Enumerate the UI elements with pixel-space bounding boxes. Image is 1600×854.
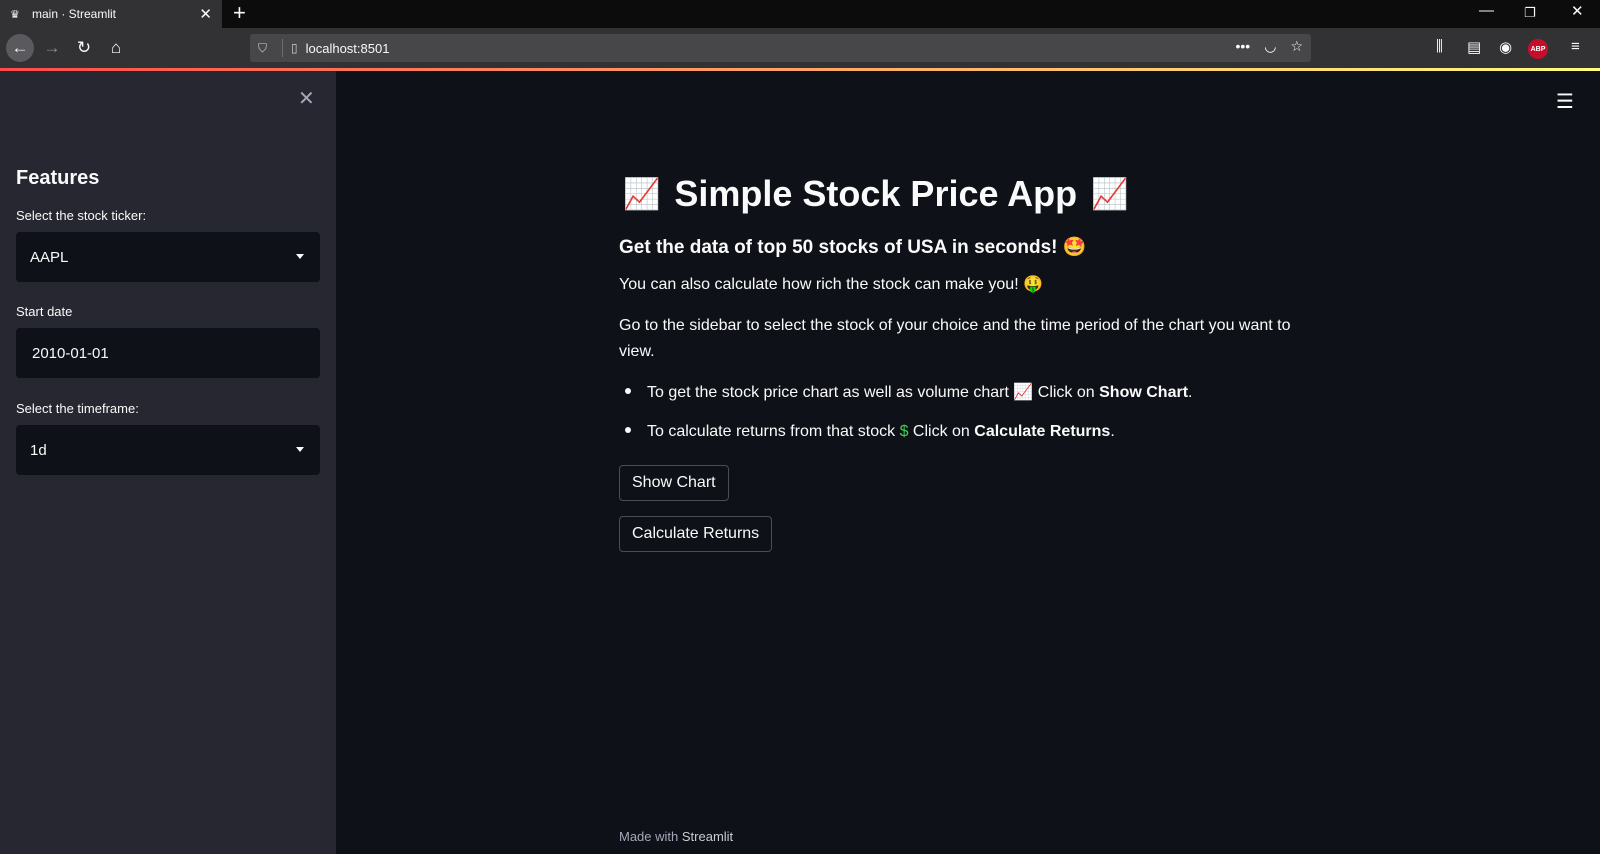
bullet-text: To calculate returns from that stock <box>647 423 896 440</box>
browser-tab-bar: ♛ main · Streamlit ✕ + — ❐ ✕ <box>0 0 1600 28</box>
tab-title: main · Streamlit <box>32 7 117 21</box>
page-actions-icon[interactable]: ••• <box>1236 38 1251 55</box>
show-chart-button[interactable]: Show Chart <box>619 465 729 501</box>
minimize-icon[interactable]: — <box>1479 2 1494 19</box>
start-date-label: Start date <box>16 304 73 319</box>
calculate-returns-button[interactable]: Calculate Returns <box>619 516 773 552</box>
start-date-value: 2010-01-01 <box>32 344 109 362</box>
new-tab-icon[interactable]: + <box>233 1 246 25</box>
reload-icon[interactable]: ↻ <box>70 34 98 62</box>
url-bar[interactable]: ⛉ ▯ localhost:8501 ••• ◡ ☆ <box>250 34 1311 62</box>
subtitle-text: Get the data of top 50 stocks of USA in … <box>619 237 1058 258</box>
chart-icon: 📈 <box>623 177 661 211</box>
page-title: 📈 Simple Stock Price App 📈 <box>619 173 1129 215</box>
star-struck-emoji-icon: 🤩 <box>1062 237 1087 258</box>
ticker-label: Select the stock ticker: <box>16 208 147 223</box>
tracking-shield-icon[interactable]: ⛉ <box>258 41 274 56</box>
money-face-emoji-icon: 🤑 <box>1023 276 1044 293</box>
forward-icon[interactable]: → <box>38 34 66 62</box>
bullet-bold-text: Show Chart <box>1099 384 1189 401</box>
chart-increasing-icon: 📈 <box>1013 384 1034 401</box>
home-icon[interactable]: ⌂ <box>102 34 130 62</box>
bullet-bold-text: Calculate Returns <box>974 423 1111 440</box>
chevron-down-icon <box>296 254 304 259</box>
page-title-text: Simple Stock Price App <box>674 173 1078 214</box>
subtitle: Get the data of top 50 stocks of USA in … <box>619 235 1086 259</box>
url-actions: ••• ◡ ☆ <box>1236 38 1304 55</box>
dollar-sign-icon: $ <box>899 423 909 440</box>
instructions-paragraph: Go to the sidebar to select the stock of… <box>619 317 1291 360</box>
timeframe-value: 1d <box>30 441 47 459</box>
restore-icon[interactable]: ❐ <box>1524 5 1536 21</box>
chevron-down-icon <box>296 447 304 452</box>
browser-menu-icon[interactable]: ≡ <box>1571 38 1580 55</box>
sidebar-title: Features <box>16 167 100 189</box>
bullet-icon <box>625 426 631 433</box>
bullet-text: To get the stock price chart as well as … <box>647 384 1009 401</box>
app-menu-icon[interactable]: ☰ <box>1556 89 1574 114</box>
intro-text: You can also calculate how rich the stoc… <box>619 276 1019 293</box>
streamlit-favicon-icon: ♛ <box>10 8 20 21</box>
timeframe-label: Select the timeframe: <box>16 401 139 416</box>
list-item: To get the stock price chart as well as … <box>625 382 1192 402</box>
sidebar-close-icon[interactable]: ✕ <box>298 86 315 111</box>
back-icon[interactable]: ← <box>6 34 34 62</box>
url-text[interactable]: localhost:8501 <box>306 41 390 56</box>
library-icon[interactable]: ⫼ <box>1436 38 1443 55</box>
list-item: To calculate returns from that stock $ C… <box>625 423 1115 441</box>
adblock-icon[interactable]: ABP <box>1528 39 1548 59</box>
tab-close-icon[interactable]: ✕ <box>199 5 212 23</box>
bookmark-star-icon[interactable]: ☆ <box>1290 38 1303 55</box>
browser-tab[interactable]: ♛ main · Streamlit ✕ <box>0 0 222 28</box>
intro-paragraph: You can also calculate how rich the stoc… <box>619 272 1043 298</box>
browser-nav-bar: ← → ↻ ⌂ ⛉ ▯ localhost:8501 ••• ◡ ☆ ⫼ ▤ ◉… <box>0 28 1600 68</box>
footer-prefix: Made with <box>619 829 679 844</box>
timeframe-select[interactable]: 1d <box>16 425 320 475</box>
bullet-click-text: Click on <box>912 423 970 440</box>
page-info-icon[interactable]: ▯ <box>291 41 298 55</box>
ticker-select[interactable]: AAPL <box>16 232 320 282</box>
bullet-click-text: Click on <box>1037 384 1095 401</box>
ticker-value: AAPL <box>30 248 69 266</box>
sidebar: ✕ Features Select the stock ticker: AAPL… <box>0 71 336 854</box>
pocket-icon[interactable]: ◡ <box>1264 38 1276 55</box>
url-separator <box>282 39 283 57</box>
bullet-icon <box>625 387 631 394</box>
start-date-input[interactable]: 2010-01-01 <box>16 328 320 378</box>
sidebar-toggle-icon[interactable]: ▤ <box>1467 38 1481 56</box>
window-close-icon[interactable]: ✕ <box>1571 2 1584 20</box>
footer: Made with Streamlit <box>619 829 733 844</box>
footer-brand-link[interactable]: Streamlit <box>682 829 733 844</box>
account-icon[interactable]: ◉ <box>1499 38 1512 56</box>
chart-icon: 📈 <box>1091 177 1129 211</box>
